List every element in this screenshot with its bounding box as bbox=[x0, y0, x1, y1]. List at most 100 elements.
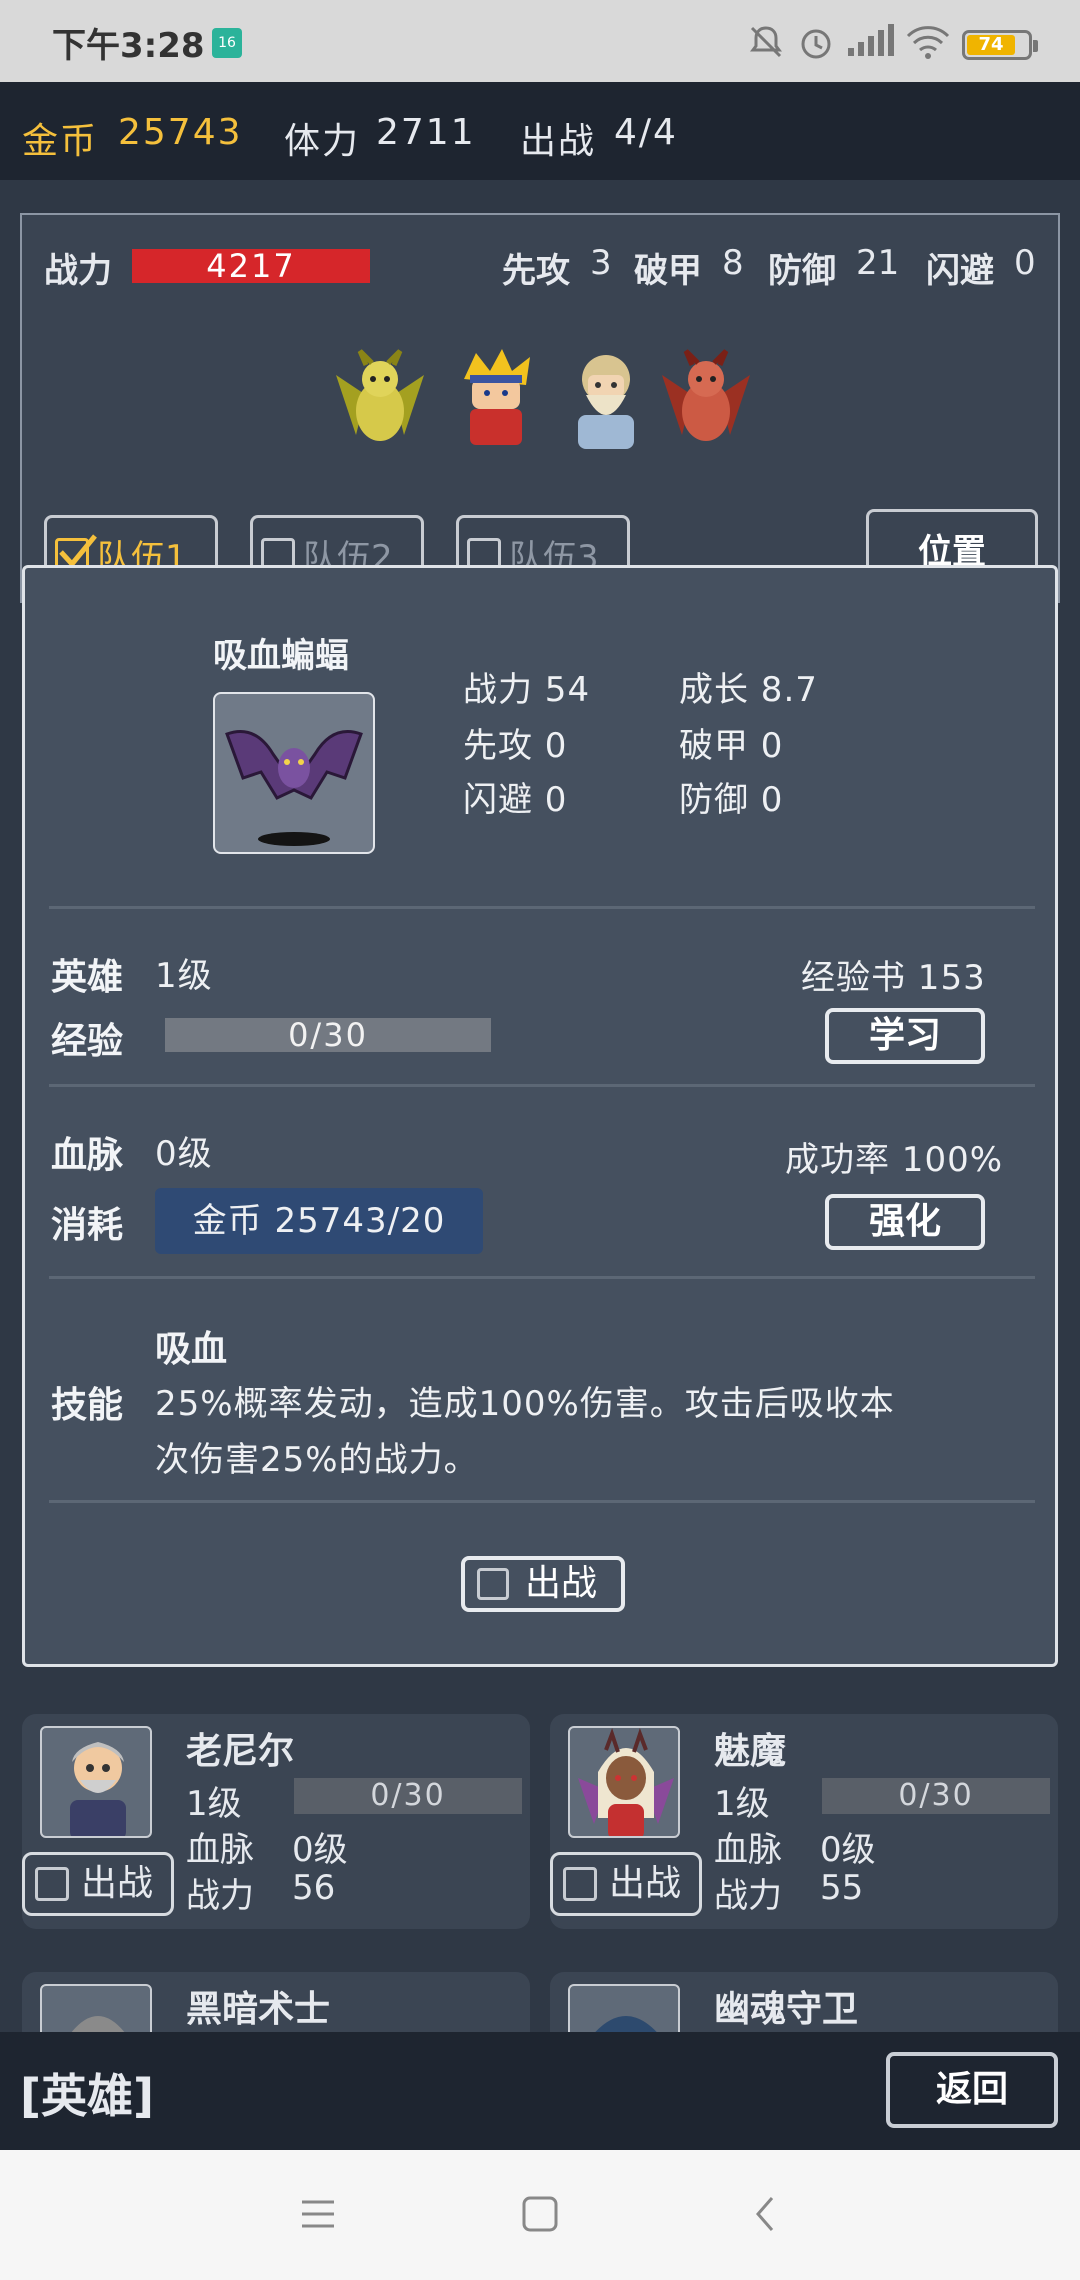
dark-warlock-icon bbox=[71, 2016, 125, 2032]
hero-level-value: 1级 bbox=[155, 956, 213, 996]
battery-icon: 74 bbox=[962, 30, 1038, 60]
hero-portrait bbox=[213, 692, 375, 854]
hero-growth: 成长 8.7 bbox=[679, 670, 818, 710]
cost-label: 消耗 bbox=[51, 1205, 124, 1246]
divider bbox=[49, 1500, 1035, 1503]
hero-card-power: 55 bbox=[820, 1868, 864, 1908]
hero-name: 吸血蝙蝠 bbox=[213, 636, 349, 676]
dodge-label: 闪避 bbox=[926, 251, 994, 291]
deploy-checkbox[interactable] bbox=[477, 1568, 509, 1600]
divider bbox=[49, 1084, 1035, 1087]
hero-card-level: 1级 bbox=[186, 1784, 242, 1824]
armor-break-value: 8 bbox=[722, 243, 744, 283]
back-button[interactable]: 返回 bbox=[886, 2052, 1058, 2128]
team-power-label: 战力 bbox=[44, 251, 112, 291]
hero-card-bloodline: 0级 bbox=[820, 1830, 876, 1870]
status-time: 下午3:28 bbox=[52, 26, 205, 66]
bloodline-level: 0级 bbox=[155, 1134, 213, 1174]
ghost-guard-icon bbox=[595, 2016, 657, 2032]
exp-label: 经验 bbox=[51, 1021, 124, 1062]
skill-desc-line1: 25%概率发动，造成100%伤害。攻击后吸收本 bbox=[155, 1384, 895, 1424]
hero-card-dark-warlock[interactable]: 黑暗术士 bbox=[22, 1972, 530, 2032]
hero-card-bloodline: 0级 bbox=[292, 1830, 348, 1870]
hero-detail-panel: 吸血蝙蝠 战力 54 成长 8.7 先攻 0 破甲 0 闪避 0 防御 0 英雄… bbox=[22, 565, 1058, 1667]
gold-value: 25743 bbox=[118, 112, 243, 153]
hero-armor-break: 破甲 0 bbox=[679, 726, 784, 766]
wifi-icon bbox=[906, 26, 950, 59]
hero-card-name: 老尼尔 bbox=[186, 1731, 295, 1772]
bloodline-label: 血脉 bbox=[51, 1135, 124, 1176]
deploy-toggle-label: 出战 bbox=[524, 1563, 597, 1604]
exp-bar: 0/30 bbox=[165, 1018, 491, 1052]
exp-book-count: 经验书 153 bbox=[801, 958, 986, 998]
hero-card-bloodline-label: 血脉 bbox=[186, 1830, 254, 1870]
hero-dodge: 闪避 0 bbox=[463, 780, 568, 820]
hero-portrait bbox=[568, 1984, 680, 2032]
hero-card-deploy-toggle[interactable]: 出战 bbox=[22, 1852, 174, 1916]
defense-value: 21 bbox=[856, 243, 900, 283]
hero-defense: 防御 0 bbox=[679, 780, 784, 820]
hero-card-level: 1级 bbox=[714, 1784, 770, 1824]
alarm-icon bbox=[801, 29, 831, 59]
skill-label: 技能 bbox=[51, 1385, 124, 1426]
red-dragon-sprite[interactable] bbox=[652, 345, 760, 453]
signal-icon bbox=[848, 24, 894, 56]
hero-card-succubus[interactable]: 魅魔 1级 0/30 血脉 0级 战力 55 出战 bbox=[550, 1714, 1058, 1929]
stamina-label: 体力 bbox=[284, 121, 361, 162]
hero-card-exp-bar: 0/30 bbox=[822, 1778, 1050, 1814]
deploy-label: 出战 bbox=[81, 1863, 154, 1904]
skill-desc-line2: 次伤害25%的战力。 bbox=[155, 1440, 479, 1480]
vampire-bat-icon bbox=[225, 730, 363, 846]
bottom-bar: [英雄] 返回 bbox=[0, 2032, 1080, 2150]
status-bar: 下午3:28 16 74 bbox=[0, 0, 1080, 82]
notification-badge: 16 bbox=[212, 28, 242, 58]
deploy-label: 出战 bbox=[520, 121, 597, 162]
divider bbox=[49, 1276, 1035, 1279]
deploy-label: 出战 bbox=[609, 1863, 682, 1904]
resource-bar: 金币 25743 体力 2711 出战 4/4 bbox=[0, 82, 1080, 180]
cost-value: 金币 25743/20 bbox=[155, 1188, 483, 1254]
hero-card-deploy-toggle[interactable]: 出战 bbox=[550, 1852, 702, 1916]
divider bbox=[49, 906, 1035, 909]
yellow-dragon-sprite[interactable] bbox=[326, 345, 434, 453]
old-man-icon bbox=[70, 1742, 126, 1836]
menu-icon[interactable] bbox=[298, 2194, 338, 2234]
home-icon[interactable] bbox=[518, 2192, 562, 2236]
deploy-toggle[interactable]: 出战 bbox=[461, 1556, 625, 1612]
deploy-checkbox[interactable] bbox=[563, 1867, 597, 1901]
hero-card-name: 黑暗术士 bbox=[186, 1989, 331, 2030]
dodge-value: 0 bbox=[1014, 243, 1036, 283]
hero-card-ghost-guard[interactable]: 幽魂守卫 bbox=[550, 1972, 1058, 2032]
enhance-button[interactable]: 强化 bbox=[825, 1194, 985, 1250]
hero-level-label: 英雄 bbox=[51, 957, 124, 998]
team-power-bar: 4217 bbox=[132, 249, 370, 283]
defense-label: 防御 bbox=[768, 251, 836, 291]
hero-card-power-label: 战力 bbox=[714, 1876, 782, 1916]
hero-card-power: 56 bbox=[292, 1868, 336, 1908]
hero-card-old-neil[interactable]: 老尼尔 1级 0/30 血脉 0级 战力 56 出战 bbox=[22, 1714, 530, 1929]
page-title: [英雄] bbox=[20, 2069, 155, 2123]
success-rate: 成功率 100% bbox=[785, 1140, 1004, 1180]
learn-button[interactable]: 学习 bbox=[825, 1008, 985, 1064]
skill-name: 吸血 bbox=[155, 1329, 228, 1370]
hero-card-exp-bar: 0/30 bbox=[294, 1778, 522, 1814]
deploy-value: 4/4 bbox=[614, 112, 678, 153]
deploy-checkbox[interactable] bbox=[35, 1867, 69, 1901]
hero-card-name: 魅魔 bbox=[714, 1731, 787, 1772]
initiative-value: 3 bbox=[590, 243, 612, 283]
back-icon[interactable] bbox=[746, 2194, 786, 2234]
ninja-boy-sprite[interactable] bbox=[442, 345, 550, 453]
succubus-icon bbox=[578, 1728, 674, 1836]
battery-level: 74 bbox=[967, 35, 1015, 55]
hero-power: 战力 54 bbox=[463, 670, 591, 710]
hero-card-name: 幽魂守卫 bbox=[714, 1989, 859, 2030]
team-panel: 战力 4217 先攻 3 破甲 8 防御 21 闪避 0 队伍1 队伍2 队伍3… bbox=[20, 213, 1060, 603]
old-sage-sprite[interactable] bbox=[552, 345, 660, 453]
hero-portrait bbox=[568, 1726, 680, 1838]
hero-card-power-label: 战力 bbox=[186, 1876, 254, 1916]
initiative-label: 先攻 bbox=[502, 251, 570, 291]
system-nav-bar bbox=[0, 2150, 1080, 2280]
hero-portrait bbox=[40, 1726, 152, 1838]
gold-label: 金币 bbox=[22, 121, 99, 162]
hero-card-bloodline-label: 血脉 bbox=[714, 1830, 782, 1870]
